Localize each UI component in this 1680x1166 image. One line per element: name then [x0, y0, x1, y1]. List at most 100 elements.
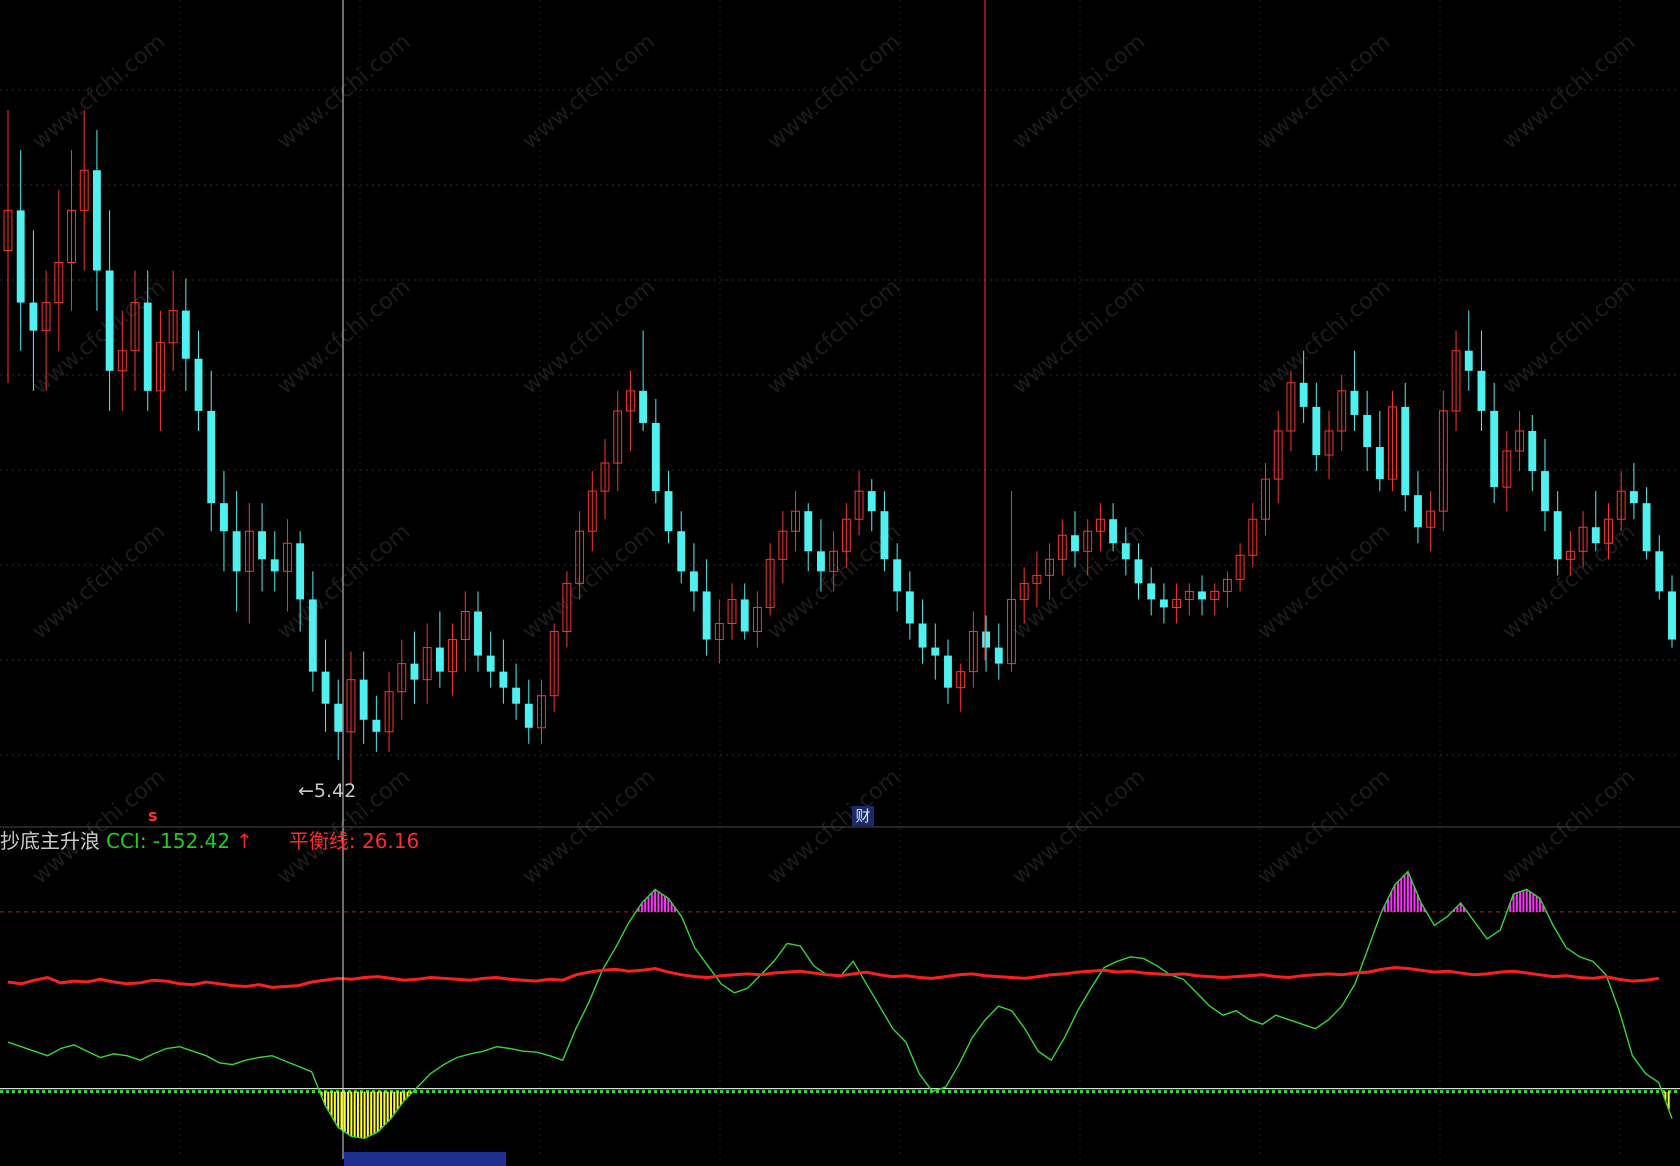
candle-body [1375, 447, 1384, 480]
candle-body [1528, 430, 1537, 472]
watermark-mark: www.cfchi.com [1498, 519, 1640, 644]
candle-body [651, 422, 660, 492]
candle-body [1147, 583, 1156, 600]
watermark-mark: www.cfchi.com [28, 519, 170, 644]
watermark-mark: www.cfchi.com [273, 274, 415, 399]
candle-body [296, 543, 305, 600]
candle-body [359, 679, 368, 720]
watermark-mark: www.cfchi.com [1253, 519, 1395, 644]
candle-body [334, 703, 343, 732]
candle-body [994, 647, 1003, 664]
candle-body [1121, 543, 1130, 560]
candle-body [664, 491, 673, 532]
candle-body [1464, 350, 1473, 371]
candle-body [1401, 406, 1410, 496]
watermark-mark: www.cfchi.com [1008, 519, 1150, 644]
indicator-legend: 抄底主升浪 CCI: -152.42 ↑ 平衡线: 26.16 [0, 827, 425, 855]
candle-body [1414, 495, 1422, 528]
candle-body [308, 599, 317, 672]
candle-body [258, 531, 266, 560]
candle-body [1490, 410, 1499, 488]
candle-body [1363, 414, 1372, 448]
candle-body [804, 511, 813, 552]
candle-body [1668, 591, 1676, 640]
candle-body [105, 270, 114, 371]
candle-body [1312, 406, 1321, 456]
candle-body [1655, 551, 1664, 592]
candle-body [512, 687, 521, 704]
watermark-mark: www.cfchi.com [1498, 29, 1640, 154]
candle-body [1541, 471, 1549, 512]
candle-body [474, 611, 482, 656]
crosshair-date-label [344, 1152, 506, 1166]
cci-value: CCI: -152.42 [106, 829, 231, 853]
signal-mark: s [148, 806, 158, 825]
candle-body [1109, 519, 1118, 544]
watermark-mark: www.cfchi.com [1253, 29, 1395, 154]
watermark-mark: www.cfchi.com [28, 29, 170, 154]
candle-body [499, 671, 508, 688]
candle-body [524, 703, 533, 728]
watermark-mark: www.cfchi.com [518, 274, 660, 399]
candle-body [1134, 559, 1143, 584]
candle-body [689, 571, 698, 592]
watermark-mark: www.cfchi.com [518, 29, 660, 154]
candle-body [321, 671, 330, 704]
balance-line-value: 平衡线: 26.16 [288, 829, 420, 853]
candle-body [1553, 511, 1562, 560]
candle-body [372, 719, 381, 732]
candle-body [905, 591, 914, 624]
candle-body [1198, 591, 1206, 600]
candle-body [944, 655, 952, 688]
candle-body [270, 559, 279, 572]
low-price-label: ←5.42 [298, 780, 357, 802]
candle-body [893, 559, 902, 592]
candle-body [918, 623, 927, 648]
candle-body [982, 631, 991, 648]
candle-body [92, 170, 101, 271]
candle-body [677, 531, 686, 572]
candle-body [931, 647, 940, 656]
candle-body [1299, 382, 1308, 407]
candle-body [1591, 527, 1600, 544]
watermark-mark: www.cfchi.com [763, 274, 905, 399]
candle-body [435, 647, 444, 672]
candle-body [16, 210, 25, 303]
candle-body [817, 551, 825, 572]
watermark-mark: www.cfchi.com [273, 519, 415, 644]
watermark-mark: www.cfchi.com [518, 519, 660, 644]
candle-body [740, 599, 749, 632]
candle-body [1642, 503, 1651, 552]
candle-body [880, 511, 889, 560]
candle-body [1071, 535, 1079, 552]
candle-body [410, 663, 419, 680]
watermark-layer: www.cfchi.com www.cfchi.com www.cfchi.com w… [28, 29, 1640, 889]
cci-oscillator [0, 870, 1680, 1140]
candle-body [181, 310, 190, 359]
watermark-mark: www.cfchi.com [763, 29, 905, 154]
candle-body [29, 302, 38, 331]
cci-arrow-icon: ↑ [236, 829, 253, 853]
chart-canvas: www.cfchi.com www.cfchi.com www.cfchi.com w… [0, 0, 1680, 1159]
candle-body [194, 358, 203, 411]
candle-body [143, 302, 152, 391]
watermark-mark: www.cfchi.com [1253, 274, 1395, 399]
candle-body [1477, 370, 1486, 411]
candle-body [1629, 491, 1638, 504]
watermark-mark: www.cfchi.com [273, 29, 415, 154]
candle-body [486, 655, 495, 672]
watermark-mark: www.cfchi.com [1498, 274, 1640, 399]
candle-body [232, 531, 241, 572]
balance-line [7, 966, 1660, 989]
finance-badge[interactable]: 财 [852, 806, 874, 826]
indicator-name: 抄底主升浪 [0, 829, 100, 853]
candle-body [639, 390, 648, 423]
candle-body [1350, 390, 1359, 415]
candlestick-series [3, 110, 1676, 784]
watermark-mark: www.cfchi.com [1008, 274, 1150, 399]
candle-body [220, 503, 228, 532]
candle-body [702, 591, 711, 640]
candle-body [1159, 599, 1168, 608]
candle-body [207, 410, 216, 504]
watermark-mark: www.cfchi.com [1008, 29, 1150, 154]
